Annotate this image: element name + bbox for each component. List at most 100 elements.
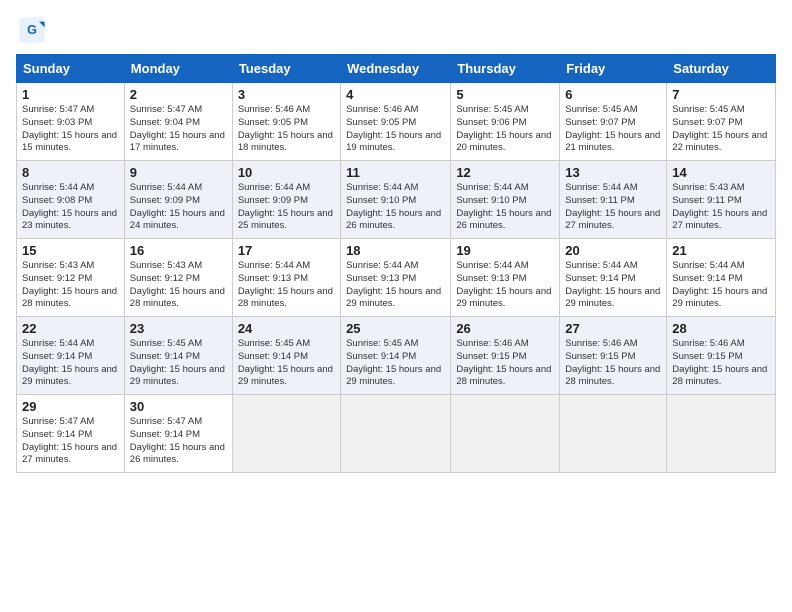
day-cell: 20 Sunrise: 5:44 AMSunset: 9:14 PMDayligh…	[560, 239, 667, 317]
day-info: Sunrise: 5:44 AMSunset: 9:13 PMDaylight:…	[238, 260, 335, 311]
day-number: 18	[346, 243, 445, 258]
day-info: Sunrise: 5:45 AMSunset: 9:14 PMDaylight:…	[238, 338, 335, 389]
day-number: 1	[22, 87, 119, 102]
day-number: 25	[346, 321, 445, 336]
day-number: 16	[130, 243, 227, 258]
day-number: 4	[346, 87, 445, 102]
weekday-monday: Monday	[124, 55, 232, 83]
day-cell: 23 Sunrise: 5:45 AMSunset: 9:14 PMDayligh…	[124, 317, 232, 395]
day-number: 5	[456, 87, 554, 102]
day-info: Sunrise: 5:46 AMSunset: 9:05 PMDaylight:…	[346, 104, 445, 155]
day-cell: 19 Sunrise: 5:44 AMSunset: 9:13 PMDayligh…	[451, 239, 560, 317]
header: G	[16, 16, 776, 44]
day-info: Sunrise: 5:44 AMSunset: 9:13 PMDaylight:…	[346, 260, 445, 311]
day-info: Sunrise: 5:47 AMSunset: 9:14 PMDaylight:…	[22, 416, 119, 467]
day-cell: 28 Sunrise: 5:46 AMSunset: 9:15 PMDayligh…	[667, 317, 776, 395]
day-cell: 15 Sunrise: 5:43 AMSunset: 9:12 PMDayligh…	[17, 239, 125, 317]
day-cell: 7 Sunrise: 5:45 AMSunset: 9:07 PMDaylight…	[667, 83, 776, 161]
day-cell: 26 Sunrise: 5:46 AMSunset: 9:15 PMDayligh…	[451, 317, 560, 395]
day-info: Sunrise: 5:44 AMSunset: 9:14 PMDaylight:…	[672, 260, 770, 311]
day-info: Sunrise: 5:44 AMSunset: 9:10 PMDaylight:…	[346, 182, 445, 233]
day-number: 14	[672, 165, 770, 180]
day-info: Sunrise: 5:45 AMSunset: 9:06 PMDaylight:…	[456, 104, 554, 155]
day-info: Sunrise: 5:44 AMSunset: 9:13 PMDaylight:…	[456, 260, 554, 311]
day-number: 2	[130, 87, 227, 102]
day-info: Sunrise: 5:43 AMSunset: 9:12 PMDaylight:…	[130, 260, 227, 311]
day-info: Sunrise: 5:45 AMSunset: 9:07 PMDaylight:…	[672, 104, 770, 155]
day-number: 20	[565, 243, 661, 258]
weekday-header-row: SundayMondayTuesdayWednesdayThursdayFrid…	[17, 55, 776, 83]
weekday-thursday: Thursday	[451, 55, 560, 83]
logo: G	[16, 16, 46, 44]
weekday-wednesday: Wednesday	[341, 55, 451, 83]
day-info: Sunrise: 5:46 AMSunset: 9:15 PMDaylight:…	[456, 338, 554, 389]
weekday-sunday: Sunday	[17, 55, 125, 83]
day-info: Sunrise: 5:44 AMSunset: 9:11 PMDaylight:…	[565, 182, 661, 233]
day-number: 29	[22, 399, 119, 414]
day-info: Sunrise: 5:46 AMSunset: 9:15 PMDaylight:…	[672, 338, 770, 389]
day-number: 28	[672, 321, 770, 336]
day-number: 13	[565, 165, 661, 180]
day-info: Sunrise: 5:44 AMSunset: 9:14 PMDaylight:…	[22, 338, 119, 389]
day-cell: 9 Sunrise: 5:44 AMSunset: 9:09 PMDaylight…	[124, 161, 232, 239]
day-cell	[560, 395, 667, 473]
day-number: 10	[238, 165, 335, 180]
svg-text:G: G	[27, 23, 37, 37]
day-number: 26	[456, 321, 554, 336]
day-info: Sunrise: 5:43 AMSunset: 9:12 PMDaylight:…	[22, 260, 119, 311]
day-cell: 18 Sunrise: 5:44 AMSunset: 9:13 PMDayligh…	[341, 239, 451, 317]
day-number: 11	[346, 165, 445, 180]
day-cell	[667, 395, 776, 473]
day-cell	[232, 395, 340, 473]
day-cell: 4 Sunrise: 5:46 AMSunset: 9:05 PMDaylight…	[341, 83, 451, 161]
day-cell: 13 Sunrise: 5:44 AMSunset: 9:11 PMDayligh…	[560, 161, 667, 239]
day-cell: 30 Sunrise: 5:47 AMSunset: 9:14 PMDayligh…	[124, 395, 232, 473]
day-cell: 14 Sunrise: 5:43 AMSunset: 9:11 PMDayligh…	[667, 161, 776, 239]
day-number: 27	[565, 321, 661, 336]
day-info: Sunrise: 5:46 AMSunset: 9:05 PMDaylight:…	[238, 104, 335, 155]
week-row-4: 22 Sunrise: 5:44 AMSunset: 9:14 PMDayligh…	[17, 317, 776, 395]
day-cell: 25 Sunrise: 5:45 AMSunset: 9:14 PMDayligh…	[341, 317, 451, 395]
day-info: Sunrise: 5:45 AMSunset: 9:07 PMDaylight:…	[565, 104, 661, 155]
day-number: 6	[565, 87, 661, 102]
day-cell: 16 Sunrise: 5:43 AMSunset: 9:12 PMDayligh…	[124, 239, 232, 317]
day-number: 7	[672, 87, 770, 102]
day-info: Sunrise: 5:47 AMSunset: 9:14 PMDaylight:…	[130, 416, 227, 467]
day-info: Sunrise: 5:47 AMSunset: 9:03 PMDaylight:…	[22, 104, 119, 155]
day-number: 21	[672, 243, 770, 258]
day-cell: 3Sunrise: 5:46 AMSunset: 9:05 PMDaylight…	[232, 83, 340, 161]
day-cell: 6 Sunrise: 5:45 AMSunset: 9:07 PMDaylight…	[560, 83, 667, 161]
day-number: 12	[456, 165, 554, 180]
day-info: Sunrise: 5:45 AMSunset: 9:14 PMDaylight:…	[346, 338, 445, 389]
day-cell: 8 Sunrise: 5:44 AMSunset: 9:08 PMDaylight…	[17, 161, 125, 239]
calendar-container: G SundayMondayTuesdayWednesdayThursdayFr…	[0, 0, 792, 481]
day-number: 17	[238, 243, 335, 258]
day-cell: 10Sunrise: 5:44 AMSunset: 9:09 PMDayligh…	[232, 161, 340, 239]
day-info: Sunrise: 5:44 AMSunset: 9:09 PMDaylight:…	[130, 182, 227, 233]
week-row-2: 8 Sunrise: 5:44 AMSunset: 9:08 PMDaylight…	[17, 161, 776, 239]
day-cell	[451, 395, 560, 473]
day-cell	[341, 395, 451, 473]
logo-icon: G	[18, 16, 46, 44]
day-cell: 11 Sunrise: 5:44 AMSunset: 9:10 PMDayligh…	[341, 161, 451, 239]
day-cell: 12 Sunrise: 5:44 AMSunset: 9:10 PMDayligh…	[451, 161, 560, 239]
day-number: 9	[130, 165, 227, 180]
day-info: Sunrise: 5:46 AMSunset: 9:15 PMDaylight:…	[565, 338, 661, 389]
calendar-table: SundayMondayTuesdayWednesdayThursdayFrid…	[16, 54, 776, 473]
week-row-1: 1 Sunrise: 5:47 AMSunset: 9:03 PMDaylight…	[17, 83, 776, 161]
day-info: Sunrise: 5:45 AMSunset: 9:14 PMDaylight:…	[130, 338, 227, 389]
day-cell: 1 Sunrise: 5:47 AMSunset: 9:03 PMDaylight…	[17, 83, 125, 161]
day-number: 23	[130, 321, 227, 336]
day-info: Sunrise: 5:44 AMSunset: 9:08 PMDaylight:…	[22, 182, 119, 233]
day-cell: 21 Sunrise: 5:44 AMSunset: 9:14 PMDayligh…	[667, 239, 776, 317]
day-number: 22	[22, 321, 119, 336]
day-cell: 29 Sunrise: 5:47 AMSunset: 9:14 PMDayligh…	[17, 395, 125, 473]
day-number: 30	[130, 399, 227, 414]
day-number: 8	[22, 165, 119, 180]
day-info: Sunrise: 5:43 AMSunset: 9:11 PMDaylight:…	[672, 182, 770, 233]
day-cell: 27 Sunrise: 5:46 AMSunset: 9:15 PMDayligh…	[560, 317, 667, 395]
day-info: Sunrise: 5:44 AMSunset: 9:14 PMDaylight:…	[565, 260, 661, 311]
day-number: 15	[22, 243, 119, 258]
day-info: Sunrise: 5:44 AMSunset: 9:10 PMDaylight:…	[456, 182, 554, 233]
day-number: 19	[456, 243, 554, 258]
